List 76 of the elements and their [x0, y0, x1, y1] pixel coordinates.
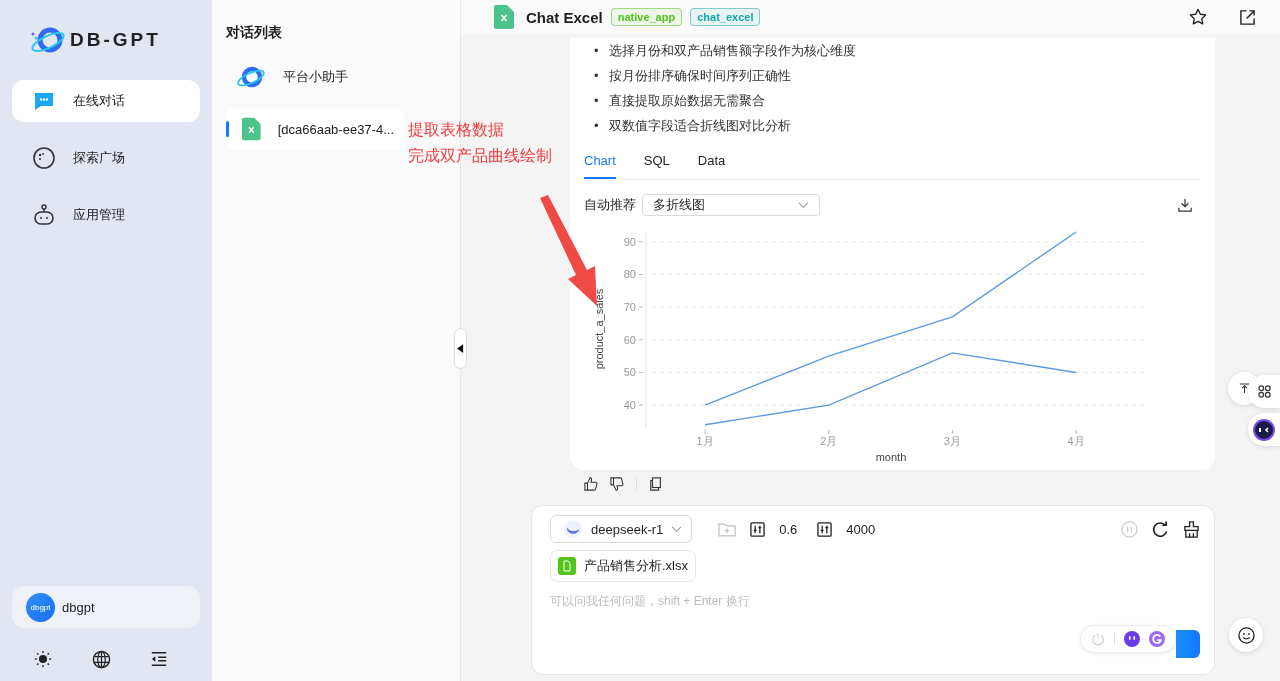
- conversation-item[interactable]: 平台小助手: [226, 56, 446, 98]
- bullet-text: 选择月份和双产品销售额字段作为核心维度: [608, 42, 856, 60]
- bullet-marker: •: [594, 117, 599, 135]
- globe-icon[interactable]: [91, 650, 111, 669]
- feedback-button[interactable]: [1229, 618, 1263, 652]
- collapse-handle[interactable]: [454, 328, 467, 369]
- y-tick-label: 50: [623, 366, 636, 379]
- y-tick-label: 70: [623, 301, 636, 314]
- back-to-top-icon: [1239, 383, 1250, 394]
- user-card[interactable]: dbgpt dbgpt: [12, 586, 200, 628]
- attachment-chip[interactable]: 产品销售分析.xlsx: [550, 550, 696, 582]
- nav-item[interactable]: 应用管理: [12, 194, 200, 236]
- conversation-item[interactable]: [dca66aab-ee37-4...: [226, 108, 404, 150]
- model-select[interactable]: deepseek-r1: [550, 515, 693, 543]
- download-icon[interactable]: [1178, 198, 1192, 212]
- sun-icon[interactable]: [34, 650, 52, 668]
- assistant-button[interactable]: [1248, 413, 1280, 446]
- view-tab[interactable]: Chart: [584, 146, 616, 179]
- user-avatar: dbgpt: [26, 592, 55, 622]
- y-tick-label: 90: [623, 235, 636, 248]
- sliders-icon[interactable]: [750, 521, 766, 537]
- max-tokens-value: 4000: [846, 521, 876, 537]
- nav-item[interactable]: 探索广场: [12, 137, 200, 179]
- four-circles-icon: [1256, 384, 1272, 399]
- bullet-text: 直接提取原始数据无需聚合: [608, 92, 765, 110]
- y-tick-label: 40: [623, 399, 636, 412]
- bullet-text: 双数值字段适合折线图对比分析: [608, 117, 791, 135]
- bullet-marker: •: [594, 67, 599, 85]
- x-axis-title: month: [875, 451, 907, 463]
- thumbs-up-icon[interactable]: [584, 477, 598, 491]
- caret-left-icon: [457, 344, 464, 353]
- g-logo-icon[interactable]: [1149, 631, 1165, 647]
- chat-title: Chat Excel: [526, 8, 603, 26]
- send-button[interactable]: [1176, 630, 1200, 658]
- spreadsheet-file-icon: [242, 117, 261, 141]
- bullet-marker: •: [594, 92, 599, 110]
- refresh-icon[interactable]: [1152, 520, 1169, 538]
- view-tab[interactable]: Data: [697, 146, 726, 179]
- copy-icon[interactable]: [649, 477, 663, 491]
- app-tag: chat_excel: [690, 8, 761, 26]
- view-tab[interactable]: SQL: [643, 146, 670, 179]
- chevron-down-icon: [671, 525, 683, 533]
- star-icon[interactable]: [1189, 8, 1207, 26]
- annotation-text: 提取表格数据 完成双产品曲线绘制: [408, 120, 552, 166]
- app-tag: native_app: [610, 8, 683, 26]
- file-icon: [558, 557, 576, 575]
- broom-icon[interactable]: [1183, 520, 1200, 538]
- spreadsheet-file-icon: [494, 5, 514, 29]
- sliders-icon[interactable]: [817, 521, 833, 537]
- share-icon[interactable]: [1239, 8, 1256, 26]
- bullet-text: 按月份排序确保时间序列正确性: [608, 67, 791, 85]
- nav-item[interactable]: 在线对话: [12, 80, 200, 122]
- chart-type-label: 自动推荐: [584, 196, 636, 214]
- y-tick-label: 60: [623, 333, 636, 346]
- face-circle-icon: [32, 146, 56, 170]
- robot-face-icon: [1253, 418, 1275, 441]
- x-tick-label: 3月: [943, 435, 961, 447]
- chat-face-icon[interactable]: [1124, 631, 1140, 647]
- x-tick-label: 1月: [696, 435, 714, 447]
- y-axis-title: product_a_sales: [593, 288, 605, 370]
- smiley-icon: [1237, 626, 1255, 644]
- user-name: dbgpt: [62, 599, 95, 615]
- collapse-menu-icon[interactable]: [150, 650, 168, 668]
- x-tick-label: 4月: [1067, 435, 1085, 447]
- robot-icon: [32, 203, 56, 227]
- panel-title: 对话列表: [226, 23, 283, 42]
- temperature-value: 0.6: [779, 521, 798, 537]
- shortcuts-button[interactable]: [1248, 375, 1280, 408]
- logo-text: DB-GPT: [70, 29, 161, 51]
- thumbs-down-icon[interactable]: [610, 477, 624, 491]
- chevron-down-icon: [798, 201, 809, 209]
- chart-type-select[interactable]: 多折线图: [642, 194, 820, 216]
- y-tick-label: 80: [623, 268, 636, 281]
- x-tick-label: 2月: [820, 435, 838, 447]
- bullet-marker: •: [594, 42, 599, 60]
- logo-icon: [30, 25, 66, 55]
